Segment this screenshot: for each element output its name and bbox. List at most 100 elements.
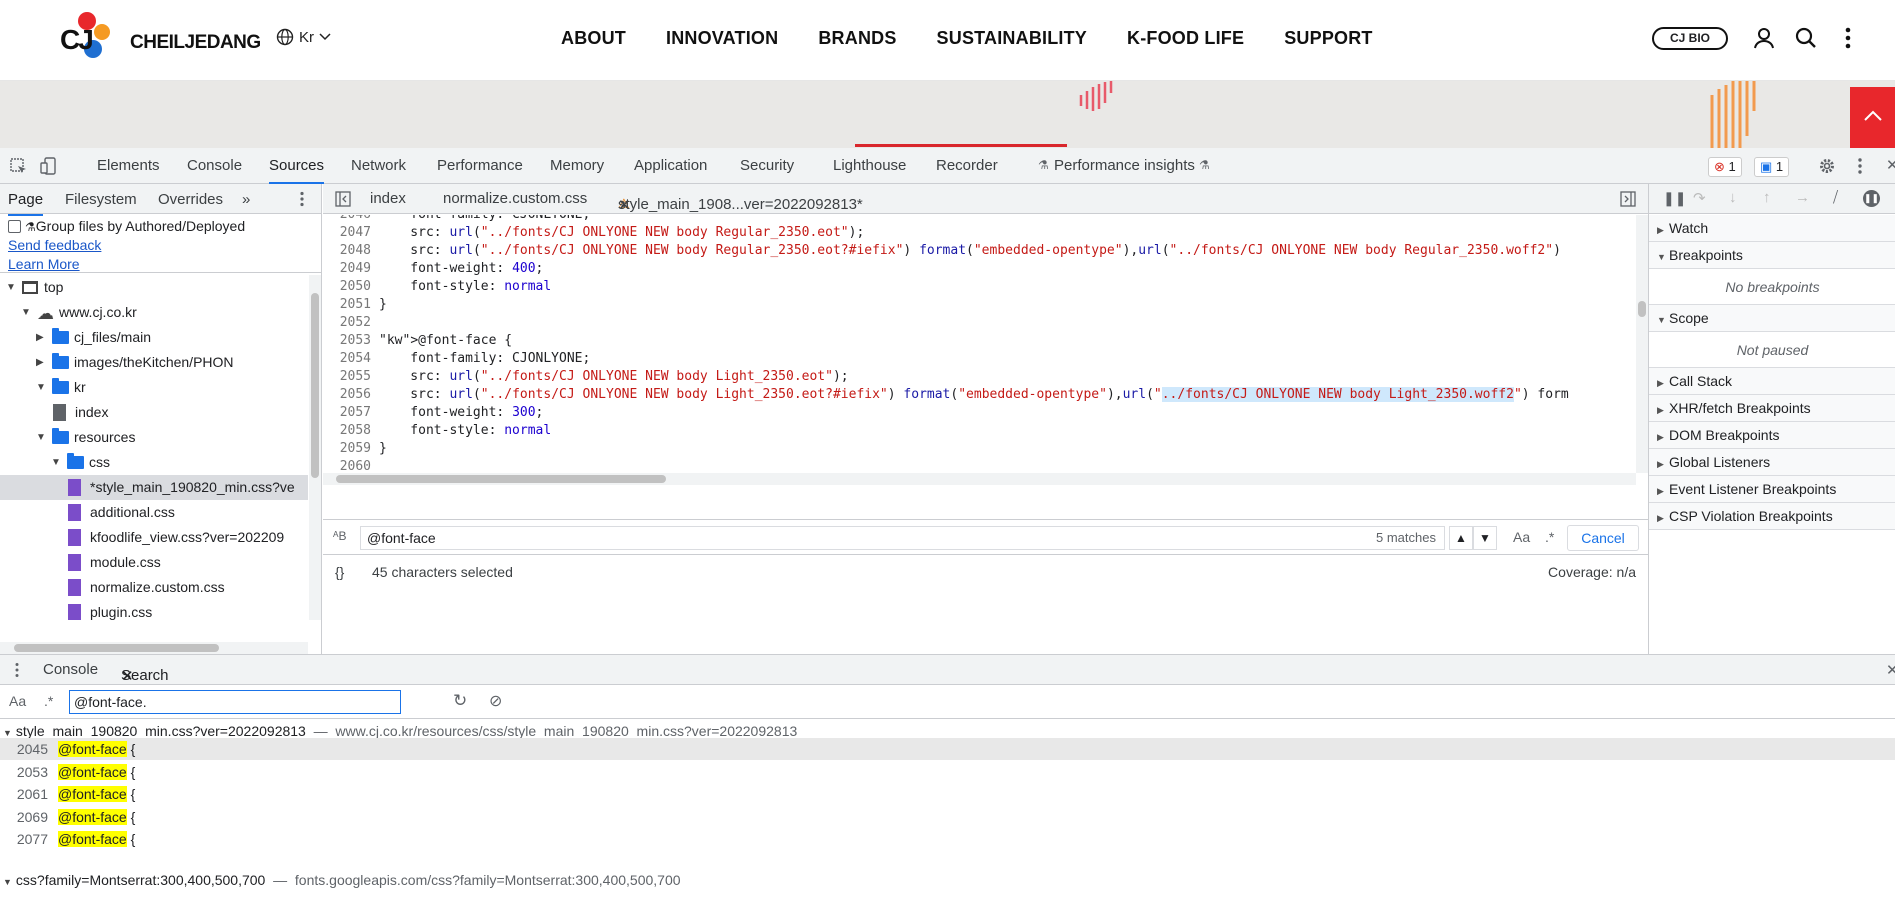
line-number[interactable]: 2057 — [323, 404, 371, 422]
editor-tab-index[interactable]: index — [370, 190, 406, 207]
tree-item[interactable]: module.css — [0, 550, 308, 575]
expand-arrow-icon[interactable]: ▼ — [36, 375, 46, 400]
tree-scrollbar[interactable] — [309, 275, 321, 620]
tab-performance[interactable]: Performance — [437, 148, 523, 184]
debugger-section-call-stack[interactable]: ▶ Call Stack — [1649, 368, 1895, 395]
code-line[interactable]: 2060 — [323, 458, 1636, 473]
editor-tab-normalize[interactable]: normalize.custom.css — [443, 190, 587, 207]
close-devtools-icon[interactable]: ✕ — [1886, 156, 1895, 174]
line-number[interactable]: 2059 — [323, 440, 371, 458]
tree-item[interactable]: normalize.custom.css — [0, 575, 308, 600]
expand-arrow-icon[interactable]: ▶ — [36, 350, 44, 375]
find-cancel-button[interactable]: Cancel — [1567, 525, 1639, 551]
pause-icon[interactable]: ❚❚ — [1663, 190, 1686, 207]
errors-badge[interactable]: ⊗ 1 — [1708, 157, 1742, 177]
search-result-file[interactable]: ▼ css?family=Montserrat:300,400,500,700 —… — [0, 869, 1895, 891]
find-regex-button[interactable]: .* — [1545, 529, 1554, 545]
nav-about[interactable]: ABOUT — [561, 28, 626, 49]
tree-item[interactable]: ▶ images/theKitchen/PHON — [0, 350, 308, 375]
code-hscroll-thumb[interactable] — [336, 475, 666, 483]
pretty-print-button[interactable]: {} — [335, 556, 344, 588]
search-result-line[interactable]: 2069 @font-face { — [0, 806, 1895, 828]
nav-tab-filesystem[interactable]: Filesystem — [65, 191, 137, 208]
tree-item[interactable]: ▼ top — [0, 275, 308, 300]
cj-bio-button[interactable]: CJ BIO — [1652, 27, 1728, 50]
close-tab-icon[interactable]: ✕ — [121, 667, 134, 685]
tree-hscrollbar[interactable] — [0, 642, 308, 654]
debugger-section-breakpoints[interactable]: ▼ Breakpoints — [1649, 242, 1895, 269]
device-toolbar-icon[interactable] — [40, 157, 58, 175]
tab-elements[interactable]: Elements — [97, 148, 160, 184]
nav-tab-page[interactable]: Page — [8, 191, 44, 216]
line-number[interactable]: 2048 — [323, 242, 371, 260]
line-number[interactable]: 2054 — [323, 350, 371, 368]
tree-scroll-thumb[interactable] — [311, 293, 319, 478]
code-scroll-thumb[interactable] — [1638, 301, 1646, 317]
nav-brands[interactable]: BRANDS — [818, 28, 896, 49]
tab-memory[interactable]: Memory — [550, 148, 604, 184]
line-number[interactable]: 2050 — [323, 278, 371, 296]
nav-innovation[interactable]: INNOVATION — [666, 28, 778, 49]
code-line[interactable]: 2052 — [323, 314, 1636, 332]
code-line[interactable]: 2046 font-family: CJONLYONE; — [323, 215, 1636, 224]
toggle-navigator-icon[interactable] — [335, 191, 351, 207]
code-line[interactable]: 2055 src: url("../fonts/CJ ONLYONE NEW b… — [323, 368, 1636, 386]
replace-toggle-icon[interactable]: ᴬB — [333, 529, 346, 543]
nav-support[interactable]: SUPPORT — [1284, 28, 1372, 49]
tab-security[interactable]: Security — [740, 148, 794, 184]
tree-item[interactable]: ▼ kr — [0, 375, 308, 400]
line-number[interactable]: 2047 — [323, 224, 371, 242]
tree-item[interactable]: index — [0, 400, 308, 425]
line-number[interactable]: 2051 — [323, 296, 371, 314]
code-line[interactable]: 2049 font-weight: 400; — [323, 260, 1636, 278]
toggle-debugger-icon[interactable] — [1620, 191, 1636, 207]
more-options-icon[interactable] — [298, 191, 306, 207]
debugger-section-xhr-fetch-breakpoints[interactable]: ▶ XHR/fetch Breakpoints — [1649, 395, 1895, 422]
debugger-section-watch[interactable]: ▶ Watch — [1649, 215, 1895, 242]
code-line[interactable]: 2047 src: url("../fonts/CJ ONLYONE NEW b… — [323, 224, 1636, 242]
more-options-icon[interactable] — [1856, 157, 1864, 175]
refresh-icon[interactable]: ↻ — [453, 691, 467, 711]
debugger-section-csp-violation-breakpoints[interactable]: ▶ CSP Violation Breakpoints — [1649, 503, 1895, 530]
search-result-line[interactable]: 2061 @font-face { — [0, 783, 1895, 805]
code-view[interactable]: 2046 font-family: CJONLYONE;2047 src: ur… — [323, 215, 1636, 473]
find-next-button[interactable]: ▼ — [1473, 526, 1497, 550]
tab-sources[interactable]: Sources — [269, 148, 325, 184]
debugger-section-event-listener-breakpoints[interactable]: ▶ Event Listener Breakpoints — [1649, 476, 1895, 503]
code-line[interactable]: 2059} — [323, 440, 1636, 458]
debugger-section-global-listeners[interactable]: ▶ Global Listeners — [1649, 449, 1895, 476]
tree-item[interactable]: additional.css — [0, 500, 308, 525]
search-result-line[interactable]: 2045 @font-face { — [0, 738, 1895, 760]
gear-icon[interactable] — [1818, 157, 1836, 175]
tree-item[interactable]: ▼ resources — [0, 425, 308, 450]
code-line[interactable]: 2054 font-family: CJONLYONE; — [323, 350, 1636, 368]
line-number[interactable]: 2053 — [323, 332, 371, 350]
tree-item[interactable]: ▼ ☁ www.cj.co.kr — [0, 300, 308, 325]
cj-logo[interactable]: CJ CHEILJEDANG — [60, 10, 261, 70]
expand-arrow-icon[interactable]: ▼ — [36, 425, 46, 450]
line-number[interactable]: 2060 — [323, 458, 371, 473]
search-icon[interactable] — [1794, 26, 1818, 50]
line-number[interactable]: 2046 — [323, 215, 371, 224]
code-line[interactable]: 2056 src: url("../fonts/CJ ONLYONE NEW b… — [323, 386, 1636, 404]
tree-item[interactable]: *style_main_190820_min.css?ve — [0, 475, 308, 500]
language-selector[interactable]: Kr — [276, 28, 331, 46]
tab-application[interactable]: Application — [634, 148, 707, 184]
group-files-checkbox[interactable] — [8, 220, 21, 233]
close-drawer-icon[interactable]: ✕ — [1886, 661, 1895, 679]
line-number[interactable]: 2058 — [323, 422, 371, 440]
expand-arrow-icon[interactable]: ▶ — [36, 325, 44, 350]
line-number[interactable]: 2056 — [323, 386, 371, 404]
line-number[interactable]: 2049 — [323, 260, 371, 278]
send-feedback-link[interactable]: Send feedback — [8, 237, 101, 253]
code-line[interactable]: 2053 "kw">@font-face { — [323, 332, 1636, 350]
code-hscrollbar[interactable] — [323, 473, 1636, 485]
nav-sustainability[interactable]: SUSTAINABILITY — [937, 28, 1087, 49]
debugger-section-scope[interactable]: ▼ Scope — [1649, 305, 1895, 332]
search-result-line[interactable]: 2053 @font-face { — [0, 761, 1895, 783]
tree-item[interactable]: ▼ css — [0, 450, 308, 475]
search-regex-button[interactable]: .* — [44, 693, 53, 709]
clear-icon[interactable]: ⊘ — [489, 691, 502, 711]
pause-on-exceptions-icon[interactable]: ❚❚ — [1863, 190, 1880, 207]
tab-network[interactable]: Network — [351, 148, 406, 184]
